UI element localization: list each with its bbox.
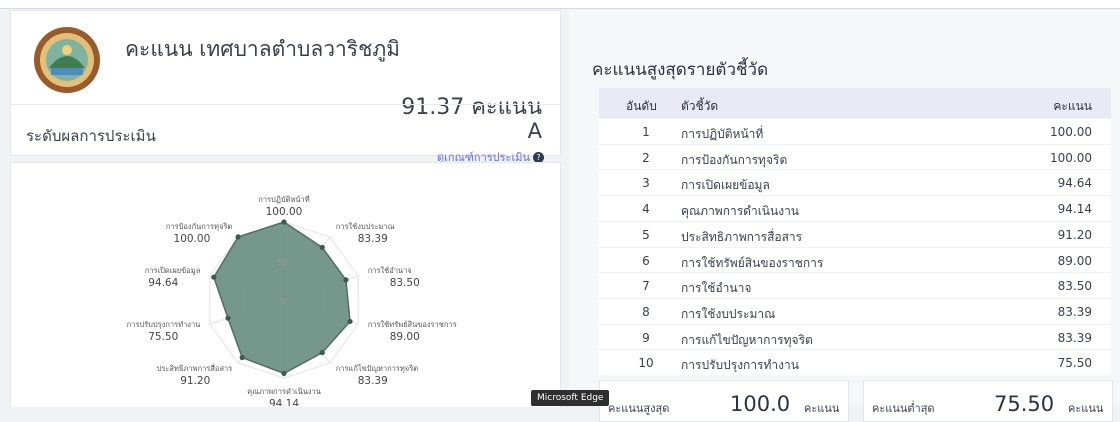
row-rank: 2: [642, 150, 650, 165]
top-border: [0, 0, 1120, 9]
radar-data-point: [281, 219, 287, 225]
radar-category-label: การแก้ไขปัญหาการทุจริต: [336, 364, 419, 373]
radar-data-point: [235, 234, 241, 240]
header-score: คะแนน: [1053, 99, 1092, 113]
row-indicator: การป้องกันการทุจริต: [681, 152, 788, 167]
table-header: อันดับ ตัวชี้วัด คะแนน: [599, 88, 1111, 118]
table-row: 2 การป้องกันการทุจริต 100.00: [599, 143, 1111, 170]
row-indicator: ประสิทธิภาพการสื่อสาร: [681, 229, 803, 244]
row-rank: 7: [642, 279, 650, 294]
total-score: 91.37 คะแนน: [401, 95, 542, 120]
radar-category-label: การใช้ทรัพย์สินของราชการ: [368, 320, 457, 329]
row-indicator: การใช้งบประมาณ: [681, 306, 776, 321]
radar-value-label: 89.00: [390, 331, 420, 343]
ranking-title: คะแนนสูงสุดรายตัวชี้วัด: [592, 60, 769, 80]
radar-category-label: การป้องกันการทุจริต: [166, 222, 233, 231]
table-row: 5 ประสิทธิภาพการสื่อสาร 91.20: [599, 220, 1111, 247]
radar-chart: 50 0 การปฏิบัติหน้าที่ 100.00 การใช้งบประมาณ…: [127, 194, 457, 406]
row-indicator: คุณภาพการดำเนินงาน: [681, 204, 800, 219]
radar-tick-label: 0: [280, 297, 285, 306]
radar-category-label: การเปิดเผยข้อมูล: [145, 266, 201, 275]
grade-value: A: [527, 119, 542, 143]
municipality-seal-logo: [34, 27, 100, 93]
header-rank: อันดับ: [626, 99, 657, 113]
radar-data-point: [239, 354, 245, 361]
radar-category-label: การใช้งบประมาณ: [336, 222, 395, 231]
table-row: 10 การปรับปรุงการทำงาน 75.50: [599, 349, 1111, 375]
row-score: 94.14: [1057, 202, 1092, 217]
row-indicator: การใช้อำนาจ: [681, 281, 752, 296]
row-score: 83.50: [1057, 279, 1092, 294]
radar-data-point: [319, 244, 325, 250]
row-score: 83.39: [1057, 304, 1092, 319]
row-rank: 8: [642, 304, 650, 319]
table-row: 1 การปฏิบัติหน้าที่ 100.00: [599, 118, 1111, 144]
row-score: 75.50: [1057, 356, 1092, 371]
min-score-value: 75.50: [994, 392, 1055, 416]
table-row: 3 การเปิดเผยข้อมูล 94.64: [599, 169, 1111, 195]
radar-value-label: 100.00: [266, 206, 303, 218]
max-score-value: 100.0: [730, 392, 791, 416]
radar-data-point: [225, 315, 231, 321]
min-score-card: คะแนนต่ำสุด 75.50 คะแนน: [863, 380, 1113, 422]
ranking-panel: คะแนนสูงสุดรายตัวชี้วัด อันดับ ตัวชี้วัด…: [569, 10, 1120, 422]
row-indicator: การแก้ไขปัญหาการทุจริต: [681, 332, 813, 347]
max-score-label: คะแนนสูงสุด: [608, 402, 670, 415]
row-indicator: การปรับปรุงการทำงาน: [681, 358, 799, 373]
radar-category-label: ประสิทธิภาพการสื่อสาร: [157, 363, 233, 373]
table-row: 6 การใช้ทรัพย์สินของราชการ 89.00: [599, 246, 1111, 273]
radar-value-label: 100.00: [174, 233, 211, 245]
header-indicator: ตัวชี้วัด: [681, 99, 719, 113]
row-rank: 10: [638, 356, 654, 371]
radar-data-point: [319, 350, 325, 356]
radar-value-label: 83.50: [390, 277, 420, 289]
table-row: 7 การใช้อำนาจ 83.50: [599, 272, 1111, 298]
page-title: คะแนน เทศบาลตำบลวาริชภูมิ: [125, 37, 401, 61]
row-indicator: การเปิดเผยข้อมูล: [681, 178, 770, 193]
radar-data-point: [211, 274, 217, 280]
level-label: ระดับผลการประเมิน: [26, 127, 156, 145]
row-rank: 4: [642, 202, 650, 217]
radar-value-label: 75.50: [148, 331, 178, 343]
row-score: 94.64: [1057, 176, 1092, 191]
table-row: 8 การใช้งบประมาณ 83.39: [599, 297, 1111, 324]
radar-category-label: การปรับปรุงการทำงาน: [127, 320, 201, 329]
radar-value-label: 91.20: [180, 375, 210, 387]
min-score-unit: คะแนน: [1068, 402, 1104, 415]
ranking-table: อันดับ ตัวชี้วัด คะแนน 1 การปฏิบัติหน้าที…: [599, 88, 1111, 375]
radar-value-label: 94.14: [269, 398, 299, 406]
radar-category-label: การใช้อำนาจ: [368, 266, 412, 275]
row-score: 89.00: [1057, 253, 1092, 268]
radar-category-label: การปฏิบัติหน้าที่: [258, 194, 309, 204]
row-score: 100.00: [1050, 150, 1092, 165]
row-indicator: การใช้ทรัพย์สินของราชการ: [681, 255, 824, 270]
row-rank: 6: [642, 253, 650, 268]
max-score-unit: คะแนน: [804, 402, 840, 415]
row-score: 100.00: [1050, 125, 1092, 139]
row-score: 83.39: [1057, 330, 1092, 345]
table-row: 4 คุณภาพการดำเนินงาน 94.14: [599, 195, 1111, 221]
radar-data-point: [347, 318, 353, 325]
score-card: คะแนน เทศบาลตำบลวาริชภูมิ 91.37 คะแนน ระ…: [10, 10, 561, 164]
divider: [11, 104, 560, 105]
radar-tick-label: 50: [277, 258, 287, 267]
row-rank: 5: [642, 227, 650, 242]
radar-value-label: 83.39: [358, 233, 388, 245]
radar-value-label: 94.64: [148, 277, 178, 289]
max-score-card: คะแนนสูงสุด 100.0 คะแนน: [599, 380, 849, 422]
radar-value-label: 83.39: [358, 375, 388, 387]
radar-category-label: คุณภาพการดำเนินงาน: [247, 387, 321, 396]
row-score: 91.20: [1057, 227, 1092, 242]
table-row: 9 การแก้ไขปัญหาการทุจริต 83.39: [599, 323, 1111, 350]
radar-data-point: [281, 370, 287, 377]
row-rank: 1: [642, 125, 650, 139]
row-rank: 3: [642, 176, 650, 191]
min-score-label: คะแนนต่ำสุด: [872, 402, 935, 415]
radar-data-point: [343, 277, 349, 283]
browser-tooltip: Microsoft Edge: [531, 390, 610, 406]
row-rank: 9: [642, 330, 650, 345]
row-indicator: การปฏิบัติหน้าที่: [681, 127, 764, 141]
